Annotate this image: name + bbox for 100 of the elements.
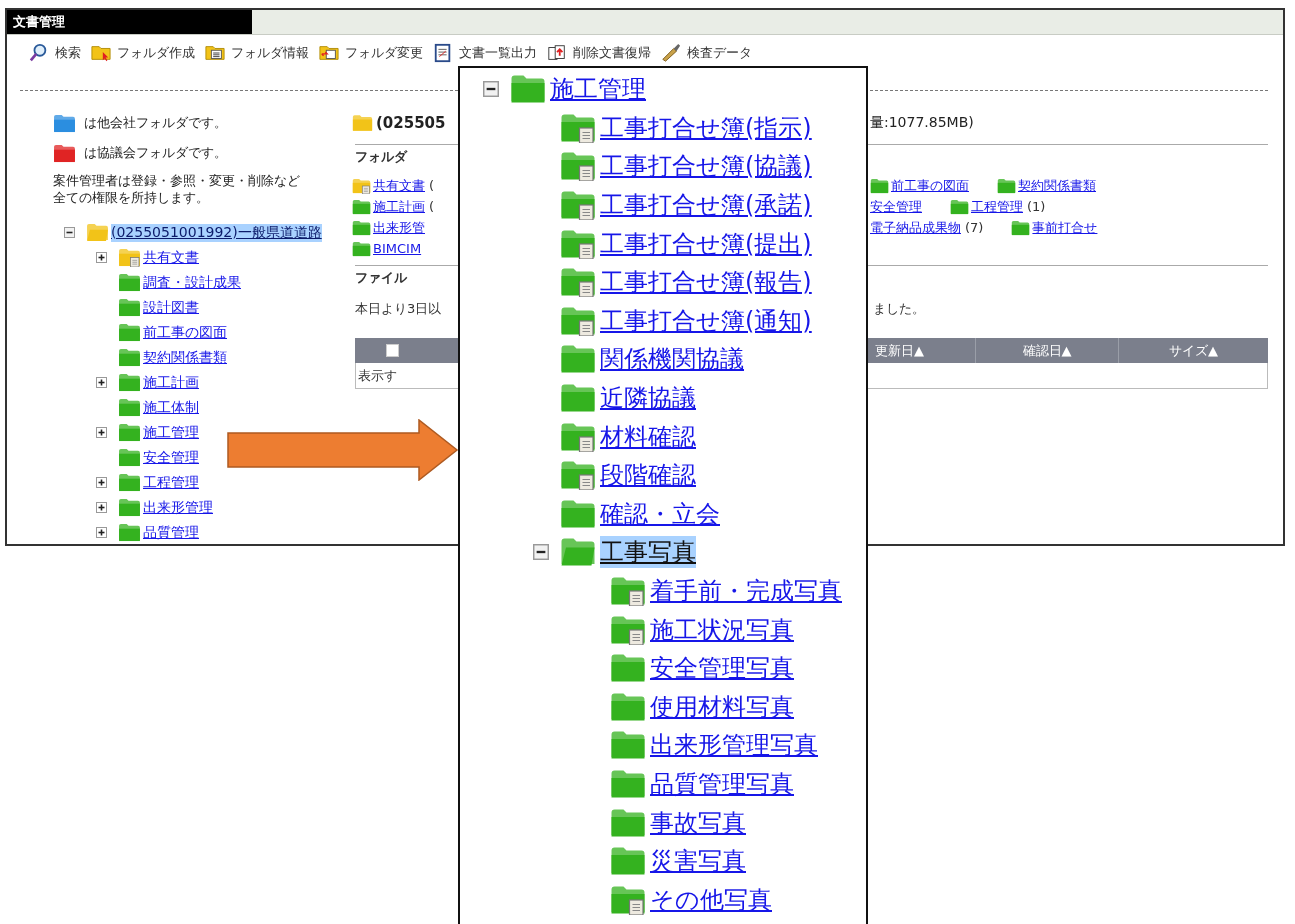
arrow-icon xyxy=(227,419,459,481)
document-folder-icon xyxy=(560,228,596,259)
folder-link[interactable]: 安全管理 xyxy=(143,448,199,467)
expand-icon[interactable] xyxy=(96,502,107,513)
collapse-icon[interactable] xyxy=(533,544,549,561)
folder-link[interactable]: 前工事の図面 xyxy=(891,176,969,195)
document-folder-icon xyxy=(560,267,596,298)
folder-icon xyxy=(118,523,141,542)
folder-link[interactable]: 工事打合せ簿(協議) xyxy=(600,150,812,183)
notice-text: 本日より3日以 xyxy=(354,300,442,318)
document-folder-icon xyxy=(352,177,371,194)
toolbar-button[interactable]: 文書一覧出力 xyxy=(433,43,537,63)
list-document-icon xyxy=(433,43,453,63)
folder-link[interactable]: 災害写真 xyxy=(650,845,746,878)
folder-link[interactable]: 材料確認 xyxy=(600,420,696,453)
folder-icon xyxy=(352,219,371,236)
folder-link[interactable]: 施工管理 xyxy=(143,423,199,442)
folder-link[interactable]: 工程管理 xyxy=(971,197,1023,216)
folder-icon xyxy=(118,273,141,292)
expand-icon[interactable] xyxy=(96,377,107,388)
folder-count: (1) xyxy=(1027,199,1046,214)
toolbar-button[interactable]: フォルダ作成 xyxy=(91,43,195,63)
folder-link[interactable]: (0255051001992)一般県道道路 xyxy=(111,223,322,242)
folder-link[interactable]: 品質管理 xyxy=(143,523,199,542)
folder-link[interactable]: 使用材料写真 xyxy=(650,690,794,723)
folder-icon xyxy=(610,769,646,799)
folder-icon xyxy=(610,691,646,722)
document-folder-icon xyxy=(610,614,646,645)
empty-message: 表示す xyxy=(357,366,397,385)
folder-link[interactable]: 調査・設計成果 xyxy=(143,273,241,292)
toolbar-button[interactable]: 削除文書復帰 xyxy=(547,43,651,63)
folder-link[interactable]: 工事写真 xyxy=(600,536,696,569)
folder-link[interactable]: 設計図書 xyxy=(143,298,199,317)
folder-link[interactable]: 事前打合せ xyxy=(1032,218,1098,237)
folder-link[interactable]: 共有文書 xyxy=(373,176,425,195)
folder-link[interactable]: 電子納品成果物 xyxy=(870,218,961,237)
folder-link[interactable]: その他写真 xyxy=(650,883,772,916)
toolbar-button[interactable]: 検査データ xyxy=(661,43,752,63)
legend-text: は他会社フォルダです。 xyxy=(84,114,227,132)
folder-icon xyxy=(352,114,373,132)
expand-icon[interactable] xyxy=(96,427,107,438)
folder-link[interactable]: 工事打合せ簿(通知) xyxy=(600,304,812,337)
folder-link[interactable]: 関係機関協議 xyxy=(600,343,744,376)
folder-link[interactable]: 出来形管理写真 xyxy=(650,729,818,762)
column-header[interactable]: 更新日▲ xyxy=(873,338,975,363)
folder-link[interactable]: 前工事の図面 xyxy=(143,323,227,342)
folder-arrow-icon xyxy=(319,43,339,63)
folder-count: ( xyxy=(429,178,435,193)
folder-icon xyxy=(352,198,371,215)
folder-icon xyxy=(997,177,1016,194)
select-all-checkbox[interactable] xyxy=(386,344,399,357)
folder-link[interactable]: 工程管理 xyxy=(143,473,199,492)
folder-link[interactable]: 工事打合せ簿(報告) xyxy=(600,266,812,299)
folder-link[interactable]: 施工状況写真 xyxy=(650,613,794,646)
folder-link[interactable]: BIMCIM xyxy=(373,241,422,256)
folder-link[interactable]: 近隣協議 xyxy=(600,382,696,415)
folder-link[interactable]: 施工計画 xyxy=(143,373,199,392)
collapse-icon[interactable] xyxy=(483,81,499,98)
brush-icon xyxy=(661,43,681,63)
folder-link[interactable]: 契約関係書類 xyxy=(143,348,227,367)
open-folder-icon xyxy=(560,537,596,568)
folder-link[interactable]: 着手前・完成写真 xyxy=(650,575,842,607)
folder-icon xyxy=(118,398,141,417)
folder-link[interactable]: 工事打合せ簿(承諾) xyxy=(600,189,812,222)
expand-icon[interactable] xyxy=(96,477,107,488)
folder-link[interactable]: 安全管理 xyxy=(870,197,922,216)
toolbar-button[interactable]: 検索 xyxy=(29,43,81,63)
folder-icon xyxy=(610,846,646,877)
folder-link[interactable]: 段階確認 xyxy=(600,459,696,492)
document-folder-icon xyxy=(560,151,596,182)
column-header[interactable]: 確認日▲ xyxy=(975,338,1118,363)
expand-icon[interactable] xyxy=(96,252,107,263)
folder-link[interactable]: 工事打合せ簿(指示) xyxy=(600,111,812,144)
folder-icon xyxy=(950,198,969,215)
folder-link[interactable]: 施工体制 xyxy=(143,398,199,417)
folder-icon xyxy=(118,298,141,317)
open-folder-icon xyxy=(86,223,109,242)
folder-link[interactable]: 共有文書 xyxy=(143,248,199,267)
folder-link[interactable]: 施工計画 xyxy=(373,197,425,216)
expand-icon[interactable] xyxy=(96,527,107,538)
folder-icon xyxy=(560,344,596,375)
document-folder-icon xyxy=(560,305,596,336)
folder-link[interactable]: 出来形管理 xyxy=(143,498,213,517)
folder-link[interactable]: 安全管理写真 xyxy=(650,652,794,685)
toolbar-button[interactable]: フォルダ変更 xyxy=(319,43,423,63)
document-folder-icon xyxy=(560,190,596,221)
folder-link[interactable]: 施工管理 xyxy=(550,73,646,106)
folder-link[interactable]: 品質管理写真 xyxy=(650,768,794,800)
toolbar-button[interactable]: フォルダ情報 xyxy=(205,43,309,63)
collapse-icon[interactable] xyxy=(64,227,75,238)
document-folder-icon xyxy=(610,576,646,606)
folder-icon xyxy=(560,498,596,529)
folder-link[interactable]: 確認・立会 xyxy=(600,497,720,530)
column-header[interactable]: サイズ▲ xyxy=(1118,338,1268,363)
folder-link[interactable]: 事故写真 xyxy=(650,806,746,839)
document-folder-icon xyxy=(118,248,141,267)
folder-link[interactable]: 工事打合せ簿(提出) xyxy=(600,227,812,260)
folder-link[interactable]: 出来形管 xyxy=(373,218,425,237)
document-folder-icon xyxy=(560,112,596,143)
folder-link[interactable]: 契約関係書類 xyxy=(1018,176,1096,195)
